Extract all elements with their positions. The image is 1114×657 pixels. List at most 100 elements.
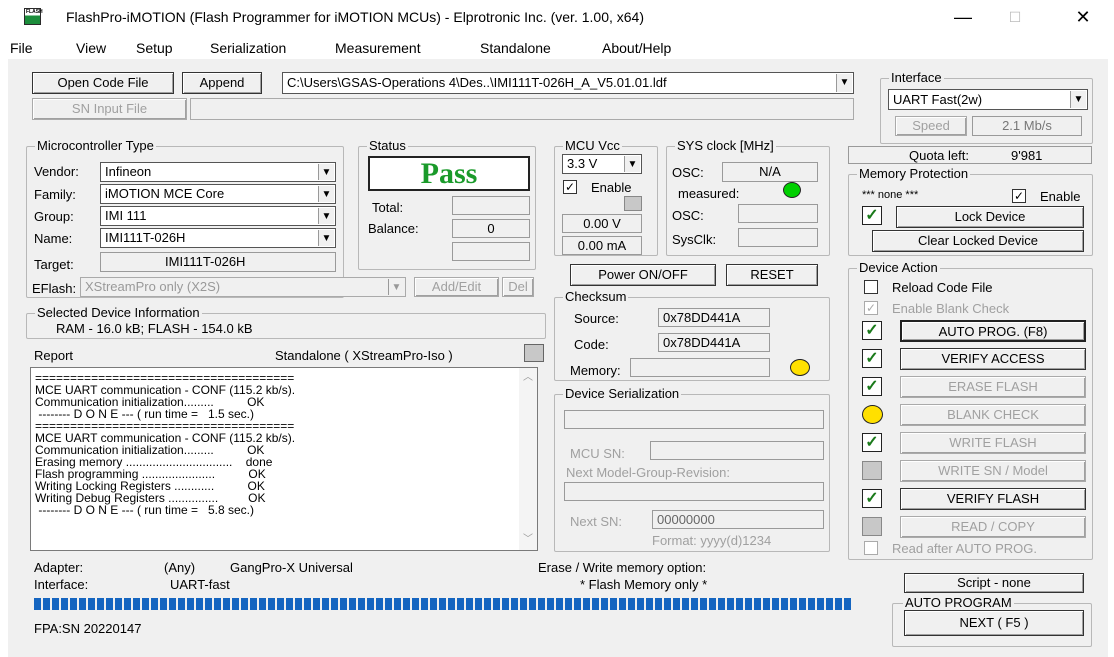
progress-segment [367,598,374,610]
vcc-enable-checkbox[interactable]: ✓ [563,180,577,194]
progress-segment [43,598,50,610]
progress-segment [412,598,419,610]
scroll-up-icon[interactable]: ︿ [523,372,533,384]
osc-value: N/A [722,162,818,182]
sn-input-file-button[interactable]: SN Input File [32,98,187,120]
group-select[interactable]: IMI 111 ▼ [100,206,336,226]
menu-view[interactable]: View [76,40,106,56]
scroll-down-icon[interactable]: ﹀ [523,534,533,546]
code-file-path-select[interactable]: C:\Users\GSAS-Operations 4\Des..\IMI111T… [282,72,854,94]
minimize-button[interactable]: — [944,4,982,30]
chevron-down-icon[interactable]: ▼ [388,279,404,295]
progress-segment [628,598,635,610]
speed-button[interactable]: Speed [895,116,967,136]
progress-segment [493,598,500,610]
del-button[interactable]: Del [502,277,534,297]
memory-protection-enable-checkbox[interactable]: ✓ [1012,189,1026,203]
auto-prog-button[interactable]: AUTO PROG. (F8) [900,320,1086,342]
progress-segment [754,598,761,610]
name-label: Name: [34,231,73,246]
vcc-indicator [624,196,642,211]
report-log[interactable]: ===================================== MC… [30,367,538,551]
chevron-down-icon[interactable]: ▼ [318,186,334,202]
progress-segment [331,598,338,610]
write-flash-check: ✓ [862,433,882,452]
family-select[interactable]: iMOTION MCE Core ▼ [100,184,336,204]
append-button[interactable]: Append [182,72,262,94]
mcu-sn-label: MCU SN: [570,446,625,461]
quota-value: 9'981 [1011,148,1043,163]
menu-file[interactable]: File [10,40,33,56]
progress-segment [457,598,464,610]
osc2-label: OSC: [672,208,704,223]
erase-option-label: Erase / Write memory option: [538,560,707,575]
verify-access-button[interactable]: VERIFY ACCESS [900,348,1086,370]
progress-segment [142,598,149,610]
erase-flash-check: ✓ [862,377,882,396]
enable-blank-check-checkbox[interactable]: ✓ [864,301,878,315]
read-after-auto-prog-label: Read after AUTO PROG. [892,541,1037,556]
progress-segment [637,598,644,610]
name-select[interactable]: IMI111T-026H ▼ [100,228,336,248]
progress-segment [448,598,455,610]
read-after-auto-prog-checkbox[interactable] [864,541,878,555]
lock-status-check: ✓ [862,206,882,225]
clear-locked-device-button[interactable]: Clear Locked Device [872,230,1084,252]
reset-button[interactable]: RESET [726,264,818,286]
power-on-off-button[interactable]: Power ON/OFF [570,264,716,286]
write-flash-button[interactable]: WRITE FLASH [900,432,1086,454]
progress-segment [304,598,311,610]
standalone-indicator [524,344,544,362]
progress-segment [295,598,302,610]
chevron-down-icon[interactable]: ▼ [318,208,334,224]
blank-check-button[interactable]: BLANK CHECK [900,404,1086,426]
add-edit-button[interactable]: Add/Edit [414,277,499,297]
report-scrollbar[interactable]: ︿ ﹀ [519,368,537,550]
progress-segment [376,598,383,610]
script-button[interactable]: Script - none [904,573,1084,593]
menu-serialization[interactable]: Serialization [210,40,286,56]
memory-checksum [630,358,770,377]
progress-segment [79,598,86,610]
menu-setup[interactable]: Setup [136,40,173,56]
menu-measurement[interactable]: Measurement [335,40,421,56]
progress-segment [214,598,221,610]
chevron-down-icon[interactable]: ▼ [318,164,334,180]
maximize-button[interactable]: ☐ [996,4,1034,30]
menu-standalone[interactable]: Standalone [480,40,551,56]
chevron-down-icon[interactable]: ▼ [836,74,852,92]
next-model-value [564,482,824,501]
menu-about-help[interactable]: About/Help [602,40,671,56]
microcontroller-type-label: Microcontroller Type [35,138,156,153]
chevron-down-icon[interactable]: ▼ [624,156,640,172]
group-label: Group: [34,209,74,224]
status-extra-field [452,242,530,261]
chevron-down-icon[interactable]: ▼ [318,230,334,246]
chevron-down-icon[interactable]: ▼ [1070,91,1086,108]
fpa-serial-number: FPA:SN 20220147 [34,621,142,636]
progress-segment [556,598,563,610]
read-copy-button[interactable]: READ / COPY [900,516,1086,538]
vendor-select[interactable]: Infineon ▼ [100,162,336,182]
next-button[interactable]: NEXT ( F5 ) [904,610,1084,636]
erase-flash-button[interactable]: ERASE FLASH [900,376,1086,398]
write-sn-model-button[interactable]: WRITE SN / Model [900,460,1086,482]
open-code-file-button[interactable]: Open Code File [32,72,174,94]
verify-flash-button[interactable]: VERIFY FLASH [900,488,1086,510]
close-button[interactable]: ✕ [1064,4,1102,30]
auto-prog-check: ✓ [862,321,882,340]
interface-select[interactable]: UART Fast(2w) ▼ [888,89,1088,110]
auto-program-label: AUTO PROGRAM [903,595,1014,610]
progress-segment [574,598,581,610]
progress-segment [529,598,536,610]
progress-segment [520,598,527,610]
progress-segment [196,598,203,610]
progress-segment [160,598,167,610]
enable-blank-check-label: Enable Blank Check [892,301,1010,316]
eflash-select[interactable]: XStreamPro only (X2S) ▼ [80,277,406,297]
memory-label: Memory: [570,363,621,378]
reload-code-file-checkbox[interactable] [864,280,878,294]
vcc-select[interactable]: 3.3 V ▼ [562,154,642,174]
pass-indicator: Pass [368,156,530,191]
lock-device-button[interactable]: Lock Device [896,206,1084,228]
